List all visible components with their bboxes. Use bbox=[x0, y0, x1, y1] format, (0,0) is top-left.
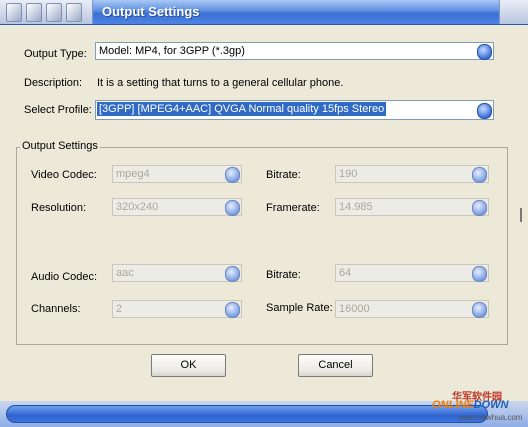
window-icon bbox=[46, 3, 62, 22]
audio-bitrate-select[interactable]: 64 bbox=[335, 264, 489, 282]
window-icon bbox=[66, 3, 82, 22]
watermark-logo: 华军软件园 ONLINEDOWN www.newhua.com bbox=[432, 388, 524, 424]
dropdown-arrow-icon[interactable] bbox=[225, 200, 240, 216]
framerate-select[interactable]: 14.985 bbox=[335, 198, 489, 216]
window-icon bbox=[6, 3, 22, 22]
audio-bitrate-value: 64 bbox=[339, 267, 352, 279]
title-bar-left-cap bbox=[0, 0, 93, 24]
output-type-label: Output Type: bbox=[24, 48, 87, 60]
video-bitrate-label: Bitrate: bbox=[266, 169, 301, 181]
dropdown-arrow-icon[interactable] bbox=[225, 302, 240, 318]
video-bitrate-value: 190 bbox=[339, 168, 358, 180]
sample-rate-label: Sample Rate: bbox=[266, 302, 333, 314]
dropdown-arrow-icon[interactable] bbox=[477, 44, 492, 60]
dropdown-arrow-icon[interactable] bbox=[472, 200, 487, 216]
dropdown-arrow-icon[interactable] bbox=[225, 266, 240, 282]
video-bitrate-select[interactable]: 190 bbox=[335, 165, 489, 183]
bottom-bar-track bbox=[6, 405, 488, 423]
dropdown-arrow-icon[interactable] bbox=[477, 103, 492, 119]
resolution-value: 320x240 bbox=[116, 201, 159, 213]
resize-grip[interactable] bbox=[520, 208, 522, 222]
window-title: Output Settings bbox=[102, 4, 200, 19]
select-profile-label: Select Profile: bbox=[24, 104, 92, 116]
dropdown-arrow-icon[interactable] bbox=[225, 167, 240, 183]
sample-rate-select[interactable]: 16000 bbox=[335, 300, 489, 318]
audio-codec-value: aac bbox=[116, 267, 134, 279]
resolution-select[interactable]: 320x240 bbox=[112, 198, 242, 216]
audio-codec-label: Audio Codec: bbox=[31, 271, 98, 283]
description-label: Description: bbox=[24, 77, 83, 89]
sample-rate-value: 16000 bbox=[339, 303, 370, 315]
framerate-label: Framerate: bbox=[266, 202, 320, 214]
channels-select[interactable]: 2 bbox=[112, 300, 242, 318]
dropdown-arrow-icon[interactable] bbox=[472, 167, 487, 183]
output-type-select[interactable]: Model: MP4, for 3GPP (*.3gp) bbox=[95, 42, 494, 60]
dropdown-arrow-icon[interactable] bbox=[472, 302, 487, 318]
dropdown-arrow-icon[interactable] bbox=[472, 266, 487, 282]
framerate-value: 14.985 bbox=[339, 201, 373, 213]
title-bar-right-cap bbox=[499, 0, 528, 24]
watermark-url: www.newhua.com bbox=[458, 413, 523, 422]
watermark-brand: ONLINEDOWN bbox=[432, 399, 508, 411]
cancel-button[interactable]: Cancel bbox=[298, 354, 373, 377]
video-codec-label: Video Codec: bbox=[31, 169, 97, 181]
resolution-label: Resolution: bbox=[31, 202, 87, 214]
channels-value: 2 bbox=[116, 303, 123, 315]
channels-label: Channels: bbox=[31, 303, 81, 315]
watermark-brand-b: DOWN bbox=[473, 399, 509, 411]
video-codec-value: mpeg4 bbox=[116, 168, 150, 180]
audio-codec-select[interactable]: aac bbox=[112, 264, 242, 282]
audio-bitrate-label: Bitrate: bbox=[266, 269, 301, 281]
output-type-value: Model: MP4, for 3GPP (*.3gp) bbox=[99, 45, 245, 57]
video-codec-select[interactable]: mpeg4 bbox=[112, 165, 242, 183]
profile-select[interactable]: [3GPP] [MPEG4+AAC] QVGA Normal quality 1… bbox=[95, 100, 494, 120]
window-icon bbox=[26, 3, 42, 22]
output-settings-legend: Output Settings bbox=[20, 140, 100, 152]
profile-value: [3GPP] [MPEG4+AAC] QVGA Normal quality 1… bbox=[97, 102, 387, 116]
watermark-brand-a: ONLINE bbox=[432, 399, 474, 411]
title-bar[interactable]: Output Settings bbox=[0, 0, 528, 25]
ok-button[interactable]: OK bbox=[151, 354, 226, 377]
description-text: It is a setting that turns to a general … bbox=[97, 77, 344, 89]
